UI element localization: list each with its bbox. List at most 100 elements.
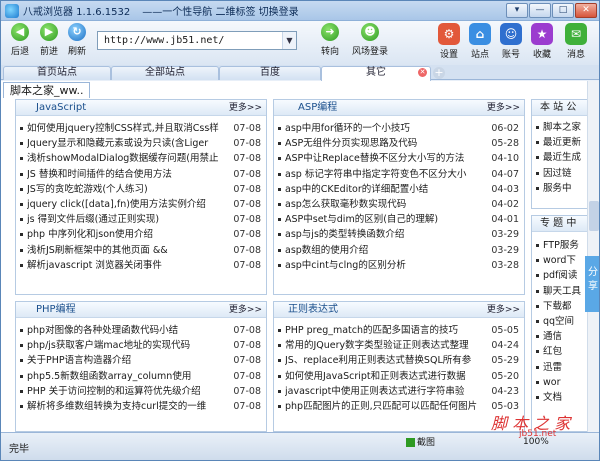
article-title[interactable]: ASP中让Replace替换不区分大小写的方法 [285, 151, 488, 166]
list-item[interactable]: 文档 [532, 390, 590, 405]
tab-other[interactable]: 其它 ✕ [321, 66, 431, 81]
article-title[interactable]: JS 替换和时间插件的结合使用方法 [27, 167, 230, 182]
article-title[interactable]: asp数组的使用介绍 [285, 243, 488, 258]
back-button[interactable]: ◀ 后退 [7, 23, 33, 57]
article-title[interactable]: javascript中使用正则表达式进行字符串验 [285, 384, 488, 399]
list-item[interactable]: 常用的JQuery数字类型验证正则表达式整理 04-24 [274, 338, 524, 353]
address-dropdown-icon[interactable]: ▼ [282, 32, 296, 49]
list-item[interactable]: php/js获取客户端mac地址的实现代码 07-08 [16, 338, 266, 353]
list-item[interactable]: js 得到文件后缀(通过正则实现) 07-08 [16, 212, 266, 227]
list-item[interactable]: 浅析showModalDialog数据缓存问题(用禁止 07-08 [16, 151, 266, 166]
article-title[interactable]: 最近生成 [543, 150, 588, 165]
article-title[interactable]: asp与js的类型转换函数介绍 [285, 227, 488, 242]
article-title[interactable]: 解析将多维数组转换为支持curl提交的一维 [27, 399, 230, 414]
list-item[interactable]: php匹配图片的正则,只匹配可以匹配任何图片 05-03 [274, 399, 524, 414]
maximize-button[interactable]: □ [552, 3, 574, 18]
article-title[interactable]: jquery click([data],fn)使用方法实例介绍 [27, 197, 230, 212]
article-title[interactable]: php对图像的各种处理函数代码小结 [27, 323, 230, 338]
more-link[interactable]: 更多>> [487, 302, 520, 318]
article-title[interactable]: php匹配图片的正则,只匹配可以匹配任何图片 [285, 399, 488, 414]
list-item[interactable]: JS写的贪吃蛇游戏(个人练习) 07-08 [16, 182, 266, 197]
list-item[interactable]: jquery click([data],fn)使用方法实例介绍 07-08 [16, 197, 266, 212]
list-item[interactable]: 服务中 [532, 181, 590, 196]
list-item[interactable]: ASP中让Replace替换不区分大小写的方法 04-10 [274, 151, 524, 166]
article-title[interactable]: asp中的CKEditor的详细配置小结 [285, 182, 488, 197]
site-button[interactable]: ⌂ 站点 [465, 23, 495, 60]
more-link[interactable]: 更多>> [487, 100, 520, 116]
more-link[interactable]: 更多>> [229, 302, 262, 318]
list-item[interactable]: PHP 关于访问控制的和运算符优先级介绍 07-08 [16, 384, 266, 399]
article-title[interactable]: PHP preg_match的匹配多国语言的技巧 [285, 323, 488, 338]
list-item[interactable]: 最近生成 [532, 150, 590, 165]
login-button[interactable]: ☻ 风场登录 [350, 23, 390, 57]
article-title[interactable]: ASP中set与dim的区别(自己的理解) [285, 212, 488, 227]
list-item[interactable]: wor [532, 375, 590, 390]
article-title[interactable]: 服务中 [543, 181, 588, 196]
article-title[interactable]: 如何使用jquery控制CSS样式,并且取消Css样 [27, 121, 230, 136]
list-item[interactable]: 如何使用JavaScript和正则表达式进行数据 05-20 [274, 369, 524, 384]
list-item[interactable]: asp与js的类型转换函数介绍 03-29 [274, 227, 524, 242]
article-title[interactable]: PHP 关于访问控制的和运算符优先级介绍 [27, 384, 230, 399]
list-item[interactable]: asp中cint与clng的区别分析 03-28 [274, 258, 524, 273]
list-item[interactable]: asp中的CKEditor的详细配置小结 04-03 [274, 182, 524, 197]
list-item[interactable]: asp数组的使用介绍 03-29 [274, 243, 524, 258]
list-item[interactable]: 因过链 [532, 166, 590, 181]
article-title[interactable]: 关于PHP语言构造器介绍 [27, 353, 230, 368]
list-item[interactable]: FTP服务 [532, 238, 590, 253]
article-title[interactable]: js 得到文件后缀(通过正则实现) [27, 212, 230, 227]
list-item[interactable]: 如何使用jquery控制CSS样式,并且取消Css样 07-08 [16, 121, 266, 136]
article-title[interactable]: FTP服务 [543, 238, 588, 253]
list-item[interactable]: javascript中使用正则表达式进行字符串验 04-23 [274, 384, 524, 399]
article-title[interactable]: JS、replace利用正则表达式替换SQL所有参 [285, 353, 488, 368]
settings-button[interactable]: ⚙ 设置 [434, 23, 464, 60]
article-title[interactable]: JS写的贪吃蛇游戏(个人练习) [27, 182, 230, 197]
article-title[interactable]: word下 [543, 253, 588, 268]
list-item[interactable]: asp 标记字符串中指定字符变色不区分大小 04-07 [274, 167, 524, 182]
tab-close-icon[interactable]: ✕ [418, 68, 427, 77]
article-title[interactable]: 常用的JQuery数字类型验证正则表达式整理 [285, 338, 488, 353]
list-item[interactable]: 通信 [532, 329, 590, 344]
list-item[interactable]: 解析javascript 浏览器关闭事件 07-08 [16, 258, 266, 273]
tab-baidu[interactable]: 百度 [219, 66, 321, 80]
article-title[interactable]: php 中序列化和json使用介绍 [27, 227, 230, 242]
forward-button[interactable]: ▶ 前进 [36, 23, 62, 57]
address-bar[interactable]: http://www.jb51.net/ ▼ [97, 31, 297, 50]
article-title[interactable]: pdf阅读 [543, 268, 588, 283]
article-title[interactable]: 最近更新 [543, 135, 588, 150]
article-title[interactable]: php5.5新数组函数array_column使用 [27, 369, 230, 384]
page-tab[interactable]: 脚本之家_ww.. [3, 82, 91, 98]
article-title[interactable]: 文档 [543, 390, 588, 405]
list-item[interactable]: 脚本之家 [532, 120, 590, 135]
close-button[interactable]: ✕ [575, 3, 597, 18]
capture-button[interactable]: 截图 [406, 435, 435, 448]
list-item[interactable]: ASP中set与dim的区别(自己的理解) 04-01 [274, 212, 524, 227]
list-item[interactable]: 浅析JS刷新框架中的其他页面 && 07-08 [16, 243, 266, 258]
article-title[interactable]: 红包 [543, 344, 588, 359]
list-item[interactable]: php 中序列化和json使用介绍 07-08 [16, 227, 266, 242]
article-title[interactable]: ASP无组件分页实现思路及代码 [285, 136, 488, 151]
list-item[interactable]: 关于PHP语言构造器介绍 07-08 [16, 353, 266, 368]
list-item[interactable]: word下 [532, 253, 590, 268]
list-item[interactable]: 下载都 [532, 299, 590, 314]
article-title[interactable]: asp中用for循环的一个小技巧 [285, 121, 488, 136]
menu-dropdown-button[interactable]: ▾ [506, 3, 528, 18]
article-title[interactable]: asp怎么获取毫秒数实现代码 [285, 197, 488, 212]
list-item[interactable]: ASP无组件分页实现思路及代码 05-28 [274, 136, 524, 151]
list-item[interactable]: 解析将多维数组转换为支持curl提交的一维 07-08 [16, 399, 266, 414]
list-item[interactable]: Jquery显示和隐藏元素或设为只读(含Liger 07-08 [16, 136, 266, 151]
article-title[interactable]: asp 标记字符串中指定字符变色不区分大小 [285, 167, 488, 182]
article-title[interactable]: 如何使用JavaScript和正则表达式进行数据 [285, 369, 488, 384]
share-button[interactable]: 分享 [585, 256, 599, 312]
list-item[interactable]: 聊天工具 [532, 284, 590, 299]
list-item[interactable]: php5.5新数组函数array_column使用 07-08 [16, 369, 266, 384]
article-title[interactable]: 浅析showModalDialog数据缓存问题(用禁止 [27, 151, 230, 166]
list-item[interactable]: php对图像的各种处理函数代码小结 07-08 [16, 323, 266, 338]
list-item[interactable]: asp中用for循环的一个小技巧 06-02 [274, 121, 524, 136]
article-title[interactable]: qq空间 [543, 314, 588, 329]
article-title[interactable]: 通信 [543, 329, 588, 344]
list-item[interactable]: 迅雷 [532, 360, 590, 375]
list-item[interactable]: JS 替换和时间插件的结合使用方法 07-08 [16, 167, 266, 182]
list-item[interactable]: JS、replace利用正则表达式替换SQL所有参 05-29 [274, 353, 524, 368]
list-item[interactable]: 最近更新 [532, 135, 590, 150]
account-button[interactable]: ☺ 账号 [496, 23, 526, 60]
